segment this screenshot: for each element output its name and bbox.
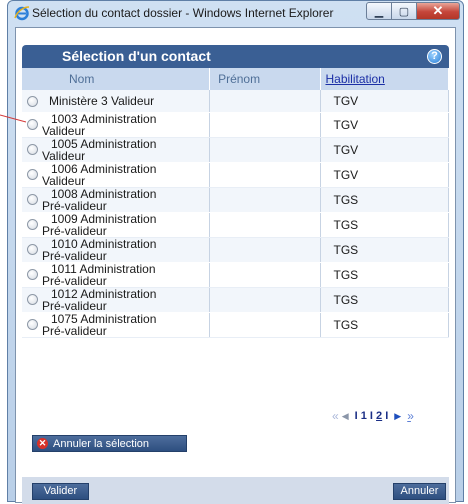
cell-prenom (209, 187, 322, 213)
select-radio[interactable] (27, 219, 38, 230)
dialog-header: Sélection d'un contact ? (22, 45, 449, 68)
window-controls: ▁ ▢ ✕ (366, 2, 460, 21)
previous-page-icon[interactable]: ◀ (342, 411, 349, 422)
table-row[interactable]: 1006 Administration Valideur TGV (22, 162, 449, 188)
table-row[interactable]: 1008 Administration Pré-valideur TGS (22, 187, 449, 213)
last-page-icon[interactable]: » (407, 409, 413, 423)
page-numbers: I 1 I 2 I (354, 410, 389, 422)
cell-habilitation: TGV (320, 137, 449, 163)
window-title: Sélection du contact dossier - Windows I… (32, 6, 334, 20)
select-radio[interactable] (27, 169, 38, 180)
contact-name: 1012 Administration Pré-valideur (42, 287, 157, 313)
cell-habilitation: TGV (320, 162, 449, 188)
table-row[interactable]: 1003 Administration Valideur TGV (22, 112, 449, 138)
cell-nom: 1003 Administration Valideur (22, 112, 211, 138)
cell-nom: Ministère 3 Valideur (22, 90, 211, 113)
contact-name: 1006 Administration Valideur (42, 162, 157, 188)
cell-prenom (209, 287, 322, 313)
cell-prenom (209, 312, 322, 338)
dialog-title: Sélection d'un contact (62, 48, 211, 64)
contact-name: 1008 Administration Pré-valideur (42, 187, 157, 213)
table-row[interactable]: 1005 Administration Valideur TGV (22, 137, 449, 163)
contacts-table: Nom Prénom Habilitation Ministère 3 Vali… (22, 68, 449, 338)
contact-name: Ministère 3 Valideur (49, 94, 155, 108)
column-header-nom: Nom (22, 68, 211, 90)
select-radio[interactable] (27, 319, 38, 330)
page-2-link[interactable]: 2 (376, 410, 382, 422)
select-radio[interactable] (27, 269, 38, 280)
cell-habilitation: TGS (320, 212, 449, 238)
contact-name: 1011 Administration Pré-valideur (42, 262, 156, 288)
column-header-prenom: Prénom (209, 68, 322, 90)
maximize-button[interactable]: ▢ (392, 2, 417, 20)
table-row[interactable]: 1075 Administration Pré-valideur TGS (22, 312, 449, 338)
minimize-button[interactable]: ▁ (366, 2, 392, 20)
validate-button[interactable]: Valider (32, 483, 89, 500)
help-icon[interactable]: ? (427, 49, 442, 64)
contact-name: 1075 Administration Pré-valideur (42, 312, 157, 338)
cell-habilitation: TGS (320, 187, 449, 213)
cell-prenom (209, 262, 322, 288)
cell-habilitation: TGS (320, 237, 449, 263)
cell-prenom (209, 112, 322, 138)
ie-window: Sélection du contact dossier - Windows I… (7, 0, 464, 504)
contact-name: 1003 Administration Valideur (42, 112, 157, 138)
cancel-selection-button[interactable]: ✕ Annuler la sélection (32, 435, 187, 452)
cell-prenom (209, 90, 322, 113)
cancel-x-icon: ✕ (37, 438, 48, 449)
table-header-row: Nom Prénom Habilitation (22, 68, 449, 90)
pointer-line-icon (0, 114, 27, 123)
table-row[interactable]: Ministère 3 Valideur TGV (22, 90, 449, 113)
maximize-icon: ▢ (398, 5, 410, 18)
title-bar[interactable]: Sélection du contact dossier - Windows I… (8, 1, 463, 25)
cell-habilitation: TGV (320, 90, 449, 113)
cancel-selection-label: Annuler la sélection (53, 437, 150, 450)
cell-prenom (209, 237, 322, 263)
cell-nom: 1005 Administration Valideur (22, 137, 211, 163)
table-row[interactable]: 1010 Administration Pré-valideur TGS (22, 237, 449, 263)
contact-name: 1010 Administration Pré-valideur (42, 237, 157, 263)
next-page-icon[interactable]: ▶ (394, 411, 401, 422)
cancel-button[interactable]: Annuler (393, 483, 446, 500)
cell-prenom (209, 137, 322, 163)
select-radio[interactable] (27, 96, 38, 107)
close-button[interactable]: ✕ (417, 2, 460, 20)
select-radio[interactable] (27, 244, 38, 255)
cell-nom: 1006 Administration Valideur (22, 162, 211, 188)
minimize-icon: ▁ (374, 5, 384, 18)
cell-prenom (209, 212, 322, 238)
select-radio[interactable] (27, 294, 38, 305)
select-radio[interactable] (27, 194, 38, 205)
sort-habilitation-link[interactable]: Habilitation (325, 72, 384, 86)
select-radio[interactable] (27, 144, 38, 155)
cell-habilitation: TGS (320, 287, 449, 313)
column-header-habilitation[interactable]: Habilitation (320, 68, 449, 90)
cell-habilitation: TGS (320, 312, 449, 338)
cell-nom: 1008 Administration Pré-valideur (22, 187, 211, 213)
dialog-content: Sélection d'un contact ? Nom Prénom Habi… (15, 27, 456, 504)
table-row[interactable]: 1012 Administration Pré-valideur TGS (22, 287, 449, 313)
cell-nom: 1075 Administration Pré-valideur (22, 312, 211, 338)
cell-nom: 1012 Administration Pré-valideur (22, 287, 211, 313)
pagination: « ◀ I 1 I 2 I ▶ » (332, 409, 414, 423)
cell-prenom (209, 162, 322, 188)
contact-name: 1009 Administration Pré-valideur (42, 212, 157, 238)
table-row[interactable]: 1009 Administration Pré-valideur TGS (22, 212, 449, 238)
table-body: Ministère 3 Valideur TGV 1003 Administrati… (22, 90, 449, 338)
cell-nom: 1009 Administration Pré-valideur (22, 212, 211, 238)
first-page-icon[interactable]: « (332, 409, 338, 423)
contact-name: 1005 Administration Valideur (42, 137, 157, 163)
cell-habilitation: TGS (320, 262, 449, 288)
cell-nom: 1010 Administration Pré-valideur (22, 237, 211, 263)
internet-explorer-icon (14, 6, 30, 21)
page-1: 1 (360, 410, 367, 422)
table-row[interactable]: 1011 Administration Pré-valideur TGS (22, 262, 449, 288)
close-icon: ✕ (432, 3, 444, 18)
cell-nom: 1011 Administration Pré-valideur (22, 262, 211, 288)
cell-habilitation: TGV (320, 112, 449, 138)
